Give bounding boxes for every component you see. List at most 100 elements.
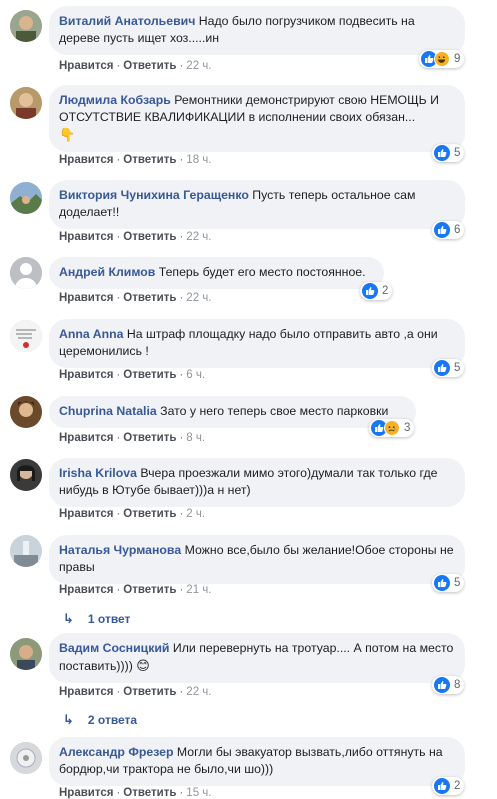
separator: ·: [179, 686, 184, 698]
comment-author[interactable]: Irisha Krilova: [59, 466, 137, 480]
comment-time[interactable]: 2 ч.: [186, 508, 205, 520]
separator: ·: [179, 154, 184, 166]
like-reaction-icon: [434, 778, 450, 794]
comment-text: Зато у него теперь свое место парковки: [160, 404, 389, 418]
replies-count-label[interactable]: 2 ответа: [88, 713, 137, 727]
reaction-summary[interactable]: 9: [419, 50, 465, 68]
comment-author[interactable]: Виталий Анатольевич: [59, 14, 195, 28]
comment-author[interactable]: Вадим Сосницкий: [59, 641, 170, 655]
reply-button[interactable]: Ответить: [123, 154, 176, 166]
avatar[interactable]: [10, 742, 42, 774]
reply-button[interactable]: Ответить: [123, 60, 176, 72]
separator: ·: [179, 231, 184, 243]
separator: ·: [116, 432, 121, 444]
view-replies-link[interactable]: ↳ 2 ответа: [63, 712, 137, 728]
avatar[interactable]: [10, 10, 42, 42]
separator: ·: [116, 787, 121, 799]
like-button[interactable]: Нравится: [59, 432, 113, 444]
separator: ·: [179, 508, 184, 520]
reply-arrow-icon: ↳: [63, 611, 74, 626]
like-button[interactable]: Нравится: [59, 60, 113, 72]
comment-bubble: Виктория Чунихина Геращенко Пусть теперь…: [49, 180, 465, 229]
comment-author[interactable]: Виктория Чунихина Геращенко: [59, 188, 249, 202]
comment-time[interactable]: 22 ч.: [186, 686, 211, 698]
avatar[interactable]: [10, 182, 42, 214]
reply-button[interactable]: Ответить: [123, 787, 176, 799]
separator: ·: [116, 292, 121, 304]
comment-time[interactable]: 22 ч.: [186, 292, 211, 304]
comment-author[interactable]: Людмила Кобзарь: [59, 93, 171, 107]
reaction-summary[interactable]: 2: [360, 282, 393, 300]
comment-time[interactable]: 6 ч.: [186, 369, 205, 381]
reply-button[interactable]: Ответить: [123, 584, 176, 596]
like-button[interactable]: Нравится: [59, 369, 113, 381]
comment-author[interactable]: Chuprina Natalia: [59, 404, 157, 418]
replies-count-label[interactable]: 1 ответ: [88, 612, 131, 626]
like-button[interactable]: Нравится: [59, 292, 113, 304]
comment-author[interactable]: Александр Фрезер: [59, 745, 174, 759]
reply-button[interactable]: Ответить: [123, 231, 176, 243]
like-button[interactable]: Нравится: [59, 787, 113, 799]
comment-author[interactable]: Андрей Климов: [59, 265, 155, 279]
comment-bubble: Александр Фрезер Могли бы эвакуатор вызв…: [49, 737, 465, 786]
like-button[interactable]: Нравится: [59, 584, 113, 596]
comment-bubble: Людмила Кобзарь Ремонтники демонстрируют…: [49, 85, 465, 152]
like-reaction-icon: [434, 677, 450, 693]
comment-author[interactable]: Anna Anna: [59, 327, 123, 341]
comment-author[interactable]: Наталья Чурманова: [59, 543, 181, 557]
comment-time[interactable]: 21 ч.: [186, 584, 211, 596]
reaction-summary[interactable]: 6: [432, 221, 465, 239]
comment-actions: Нравится · Ответить · 15 ч.: [59, 787, 211, 799]
separator: ·: [116, 369, 121, 381]
comment-actions: Нравится · Ответить · 22 ч.: [59, 292, 211, 304]
reaction-summary[interactable]: 5: [432, 574, 465, 592]
comment-actions: Нравится · Ответить · 22 ч.: [59, 686, 211, 698]
reaction-summary[interactable]: 8: [432, 676, 465, 694]
pointing-down-emoji: 👇: [59, 127, 76, 142]
reaction-summary[interactable]: 3: [369, 419, 415, 437]
comment-bubble: Виталий Анатольевич Надо было погрузчико…: [49, 6, 465, 55]
like-button[interactable]: Нравится: [59, 686, 113, 698]
comment-bubble: Irisha Krilova Вчера проезжали мимо этог…: [49, 458, 465, 507]
like-button[interactable]: Нравится: [59, 508, 113, 520]
comment-time[interactable]: 15 ч.: [186, 787, 211, 799]
reply-button[interactable]: Ответить: [123, 432, 176, 444]
reaction-summary[interactable]: 5: [432, 359, 465, 377]
avatar[interactable]: [10, 459, 42, 491]
comment-actions: Нравится · Ответить · 22 ч.: [59, 60, 211, 72]
like-button[interactable]: Нравится: [59, 154, 113, 166]
reaction-summary[interactable]: 2: [432, 777, 465, 795]
reply-button[interactable]: Ответить: [123, 292, 176, 304]
avatar[interactable]: [10, 257, 42, 289]
reaction-summary[interactable]: 5: [432, 144, 465, 162]
comment-actions: Нравится · Ответить · 22 ч.: [59, 231, 211, 243]
separator: ·: [116, 154, 121, 166]
like-button[interactable]: Нравится: [59, 231, 113, 243]
separator: ·: [179, 432, 184, 444]
reaction-count: 2: [454, 780, 461, 792]
comment-time[interactable]: 22 ч.: [186, 231, 211, 243]
comment-time[interactable]: 18 ч.: [186, 154, 211, 166]
avatar[interactable]: [10, 535, 42, 567]
avatar[interactable]: [10, 396, 42, 428]
reaction-count: 9: [454, 53, 461, 65]
like-reaction-icon: [434, 145, 450, 161]
reply-button[interactable]: Ответить: [123, 508, 176, 520]
comment-time[interactable]: 22 ч.: [186, 60, 211, 72]
avatar[interactable]: [10, 320, 42, 352]
separator: ·: [179, 369, 184, 381]
comment-actions: Нравится · Ответить · 21 ч.: [59, 584, 211, 596]
avatar[interactable]: [10, 87, 42, 119]
reaction-count: 5: [454, 147, 461, 159]
smiling-emoji: 😊: [136, 658, 150, 673]
comment-actions: Нравится · Ответить · 18 ч.: [59, 154, 211, 166]
view-replies-link[interactable]: ↳ 1 ответ: [63, 611, 130, 627]
haha-reaction-icon: [434, 51, 450, 67]
separator: ·: [116, 60, 121, 72]
separator: ·: [179, 60, 184, 72]
reply-button[interactable]: Ответить: [123, 369, 176, 381]
reaction-count: 5: [454, 577, 461, 589]
comment-time[interactable]: 8 ч.: [186, 432, 205, 444]
avatar[interactable]: [10, 638, 42, 670]
reply-button[interactable]: Ответить: [123, 686, 176, 698]
